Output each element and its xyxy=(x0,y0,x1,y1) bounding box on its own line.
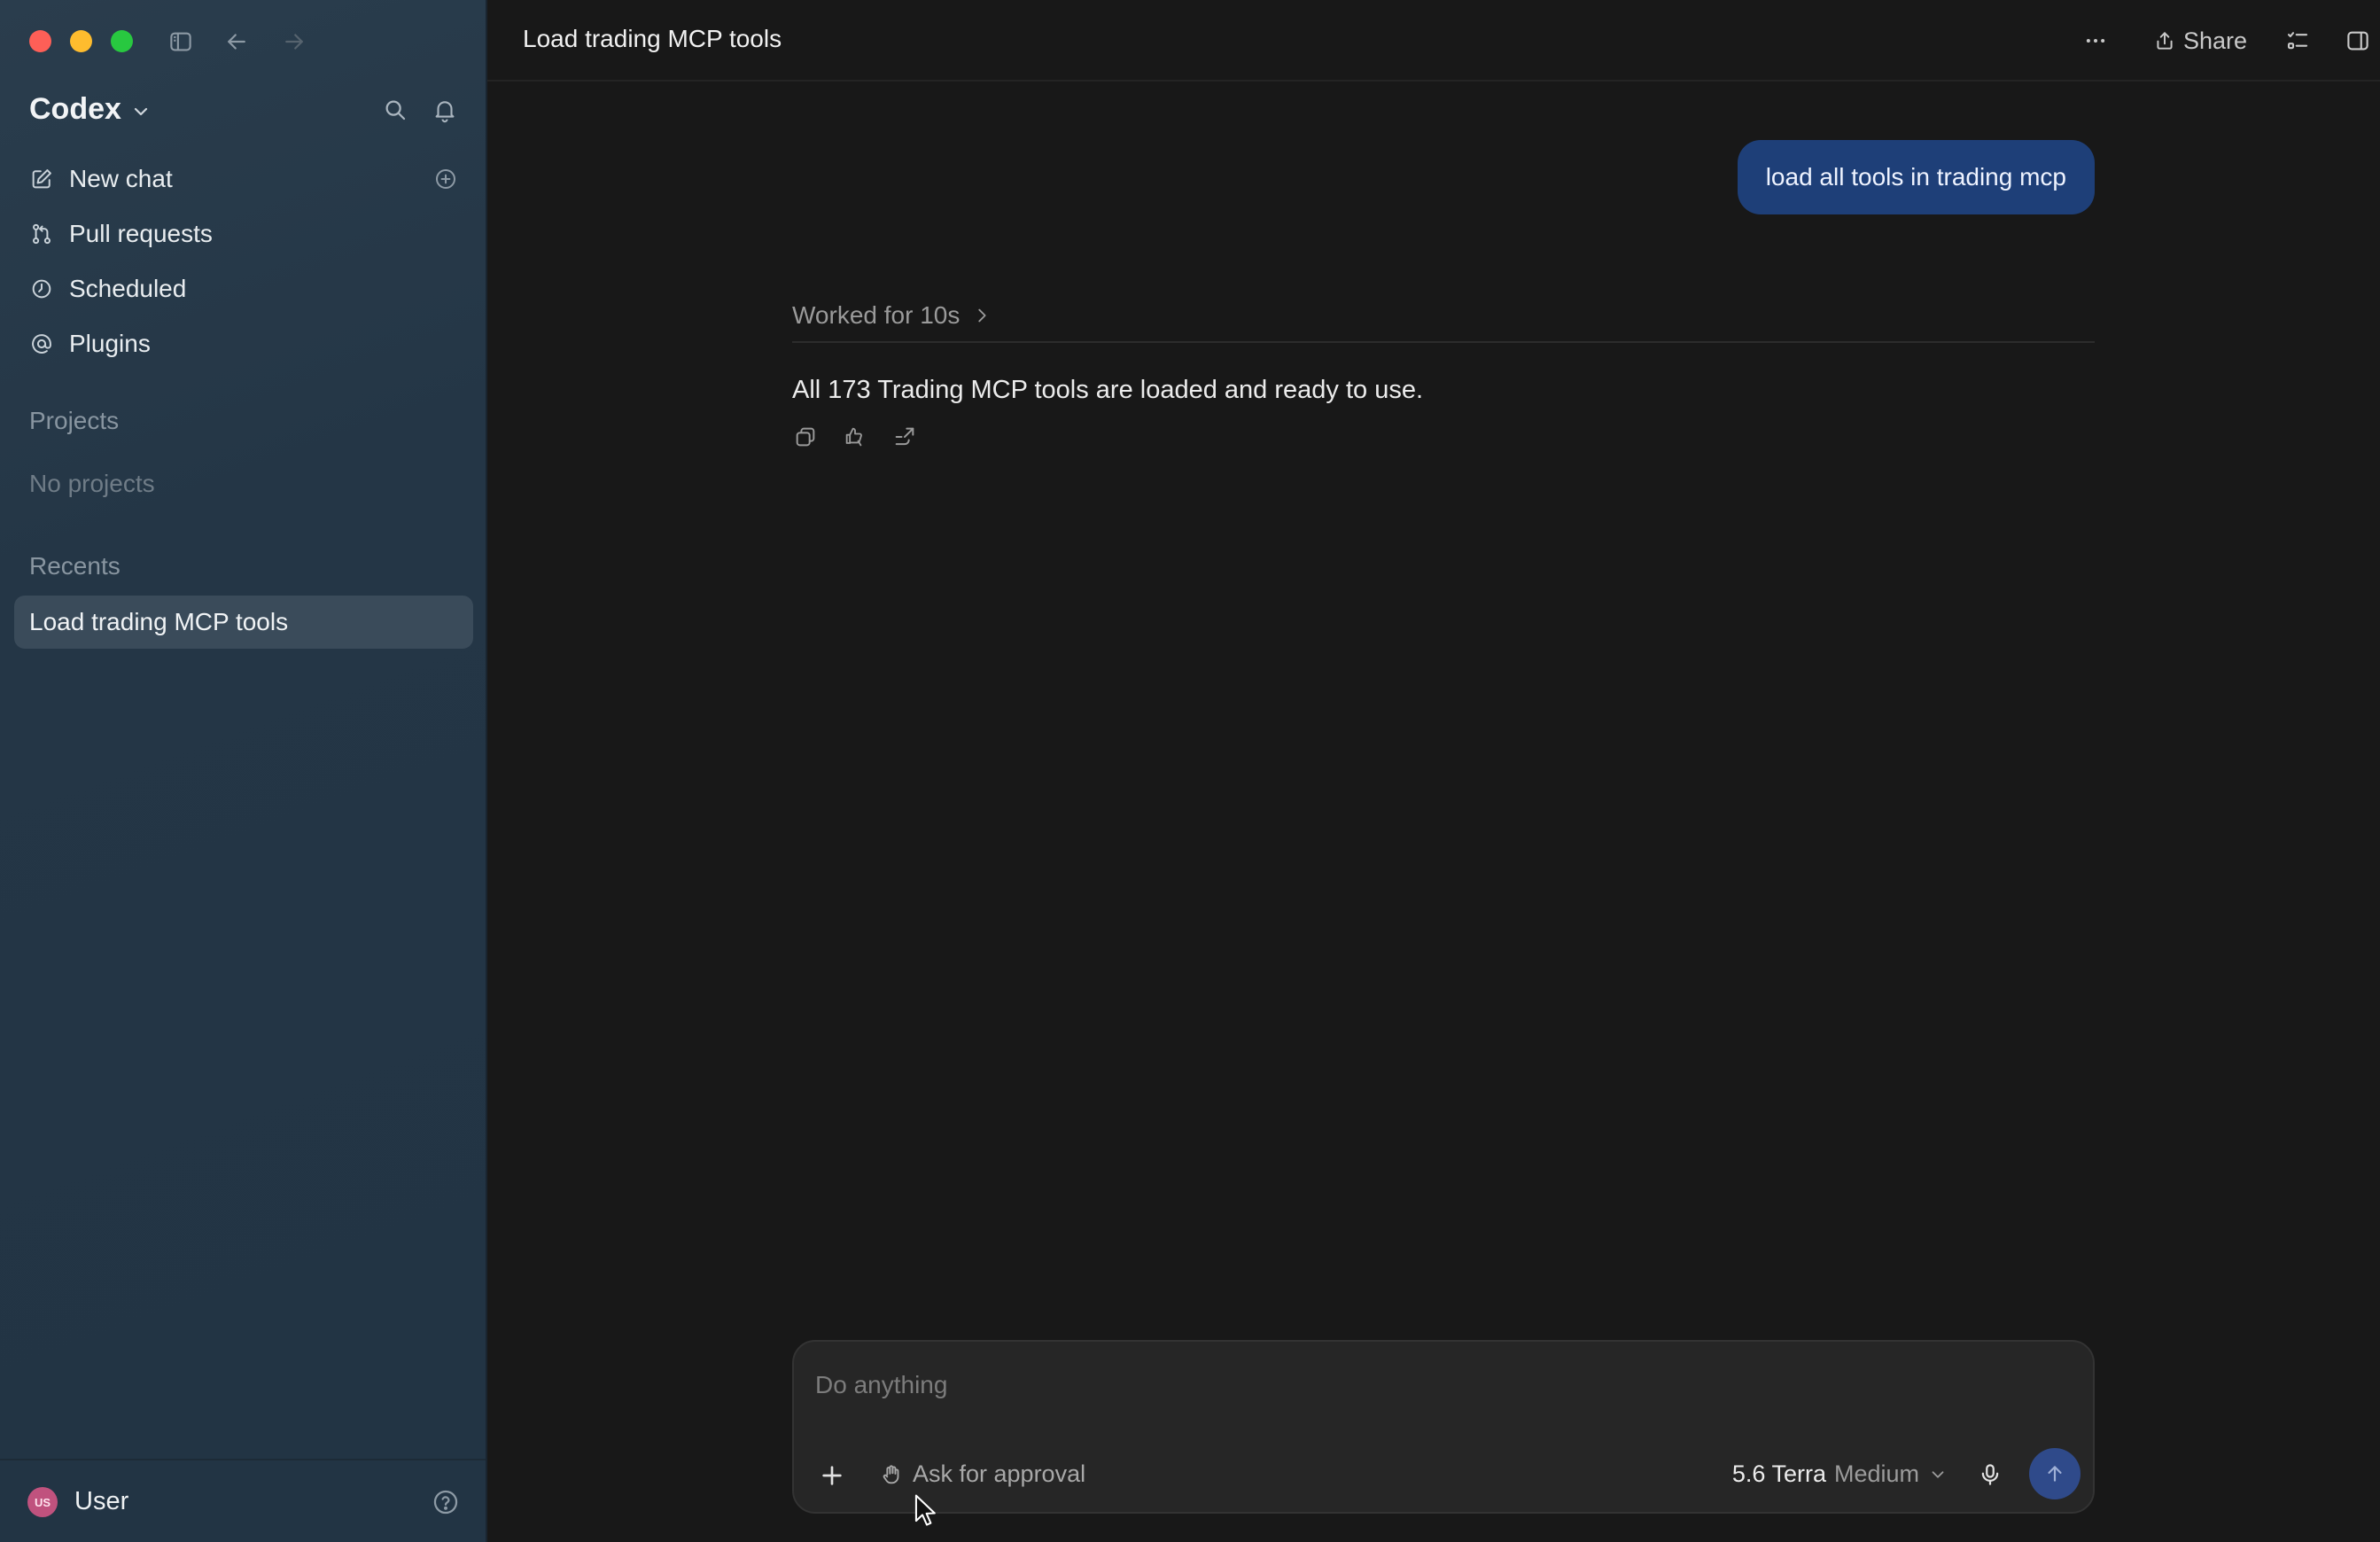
sidebar-item-label: Plugins xyxy=(69,330,151,357)
recent-chat-item[interactable]: Load trading MCP tools xyxy=(14,596,473,649)
share-button[interactable]: Share xyxy=(2153,23,2247,58)
fork-icon[interactable] xyxy=(891,424,918,450)
user-message-text: load all tools in trading mcp xyxy=(1765,163,2066,191)
window-minimize-button[interactable] xyxy=(70,30,92,52)
projects-section-label: Projects xyxy=(29,407,120,434)
sidebar-item-label: Scheduled xyxy=(69,275,187,302)
window-close-button[interactable] xyxy=(29,30,51,52)
approval-mode-label: Ask for approval xyxy=(913,1460,1086,1487)
bell-icon[interactable] xyxy=(429,94,461,126)
page-title: Load trading MCP tools xyxy=(523,25,782,52)
mouse-cursor-icon xyxy=(914,1494,936,1526)
chevron-right-icon xyxy=(978,308,986,323)
sidebar-item-label: Pull requests xyxy=(69,220,213,247)
user-message-bubble: load all tools in trading mcp xyxy=(1737,140,2095,214)
assistant-message-text: All 173 Trading MCP tools are loaded and… xyxy=(792,376,1424,404)
sidebar-item-label: New chat xyxy=(69,165,173,192)
hand-icon xyxy=(883,1464,899,1484)
thumbs-feedback-icon[interactable] xyxy=(842,424,868,450)
approval-mode-button[interactable]: Ask for approval xyxy=(879,1460,1085,1488)
chevron-down-icon xyxy=(134,107,148,115)
sidebar-toggle-icon[interactable] xyxy=(164,25,198,58)
send-button[interactable] xyxy=(2029,1448,2081,1499)
panel-toggle-icon[interactable] xyxy=(2345,23,2371,58)
recents-section-label: Recents xyxy=(29,552,121,580)
sidebar-item-new-chat[interactable]: New chat xyxy=(14,154,473,204)
clock-icon xyxy=(28,276,55,302)
back-arrow-icon[interactable] xyxy=(220,25,253,58)
prompt-input[interactable] xyxy=(813,1367,2057,1404)
share-label: Share xyxy=(2183,27,2248,54)
divider xyxy=(792,341,2095,343)
window-maximize-button[interactable] xyxy=(111,30,133,52)
app-window: Codex New chat Pull requests Scheduled P… xyxy=(0,0,2380,1542)
model-name: 5.6 Terra xyxy=(1731,1460,1826,1487)
sidebar-item-plugins[interactable]: Plugins xyxy=(14,319,473,369)
workspace-switcher[interactable]: Codex xyxy=(29,92,152,127)
avatar[interactable]: US xyxy=(27,1487,58,1517)
composer: Ask for approval 5.6 Terra Medium xyxy=(792,1340,2095,1514)
help-icon[interactable] xyxy=(431,1487,461,1517)
new-chat-plus-icon[interactable] xyxy=(432,166,459,192)
projects-empty-text: No projects xyxy=(29,470,155,497)
main-panel: Load trading MCP tools Share load all to… xyxy=(487,0,2380,1542)
pull-request-icon xyxy=(28,221,55,247)
copy-icon[interactable] xyxy=(792,424,819,450)
share-icon xyxy=(2157,32,2173,50)
search-icon[interactable] xyxy=(379,94,411,126)
model-selector[interactable]: 5.6 Terra Medium xyxy=(1732,1460,1948,1488)
at-sign-icon xyxy=(28,331,55,357)
microphone-icon[interactable] xyxy=(1974,1459,2006,1491)
edit-icon xyxy=(28,166,55,192)
sidebar-item-scheduled[interactable]: Scheduled xyxy=(14,264,473,314)
chat-header: Load trading MCP tools Share xyxy=(487,0,2380,82)
brand-name: Codex xyxy=(29,92,121,126)
worked-for-toggle[interactable]: Worked for 10s xyxy=(792,301,992,330)
forward-arrow-icon[interactable] xyxy=(277,25,311,58)
sidebar-item-pull-requests[interactable]: Pull requests xyxy=(14,209,473,259)
chevron-down-icon xyxy=(1932,1470,1944,1478)
user-name[interactable]: User xyxy=(74,1487,128,1516)
arrow-up-icon xyxy=(2048,1466,2062,1482)
worked-for-label: Worked for 10s xyxy=(792,301,961,329)
add-attachment-button[interactable] xyxy=(815,1459,849,1492)
recent-chat-label: Load trading MCP tools xyxy=(29,608,289,635)
message-actions xyxy=(792,424,918,450)
model-effort: Medium xyxy=(1833,1460,1919,1487)
sidebar-footer: US User xyxy=(0,1459,486,1542)
more-options-icon[interactable] xyxy=(2082,23,2109,58)
task-list-icon[interactable] xyxy=(2284,23,2311,58)
sidebar: Codex New chat Pull requests Scheduled P… xyxy=(0,0,487,1542)
plus-icon xyxy=(822,1466,842,1485)
